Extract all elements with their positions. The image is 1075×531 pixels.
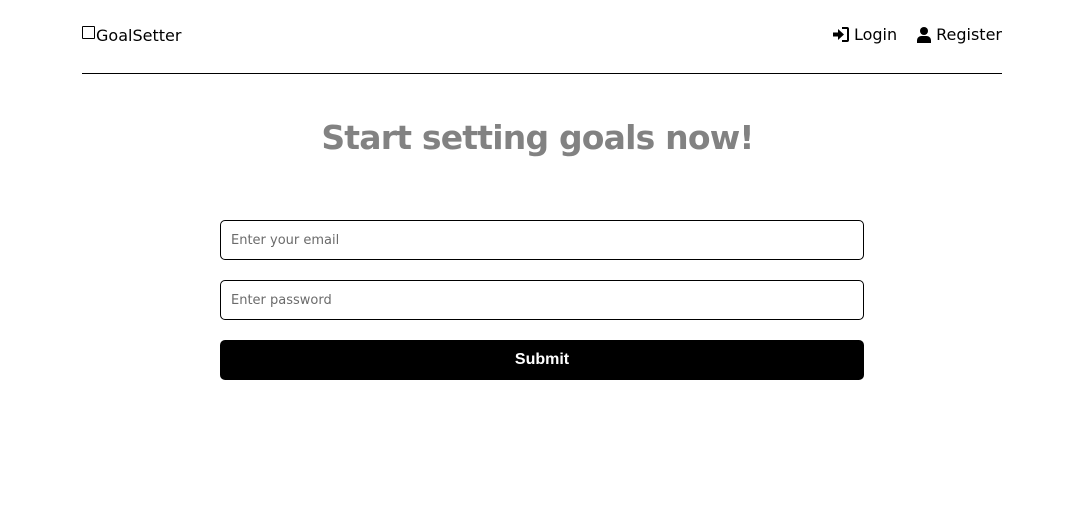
submit-button[interactable]: Submit [220, 340, 864, 380]
password-field[interactable] [220, 280, 864, 320]
nav: Login Register [813, 25, 1002, 44]
header: GoalSetter Login Register [82, 0, 1002, 74]
register-link[interactable]: Register [917, 25, 1002, 44]
page-title: Start setting goals now! [321, 118, 754, 157]
login-link[interactable]: Login [832, 25, 898, 44]
register-label: Register [936, 25, 1002, 44]
login-label: Login [853, 25, 898, 44]
logo-link[interactable]: GoalSetter [82, 26, 181, 45]
user-icon [917, 26, 932, 43]
square-icon [82, 26, 95, 39]
email-field[interactable] [220, 220, 864, 260]
sign-in-icon [832, 27, 849, 42]
logo-text: GoalSetter [96, 26, 182, 45]
login-form: Submit [220, 220, 864, 380]
